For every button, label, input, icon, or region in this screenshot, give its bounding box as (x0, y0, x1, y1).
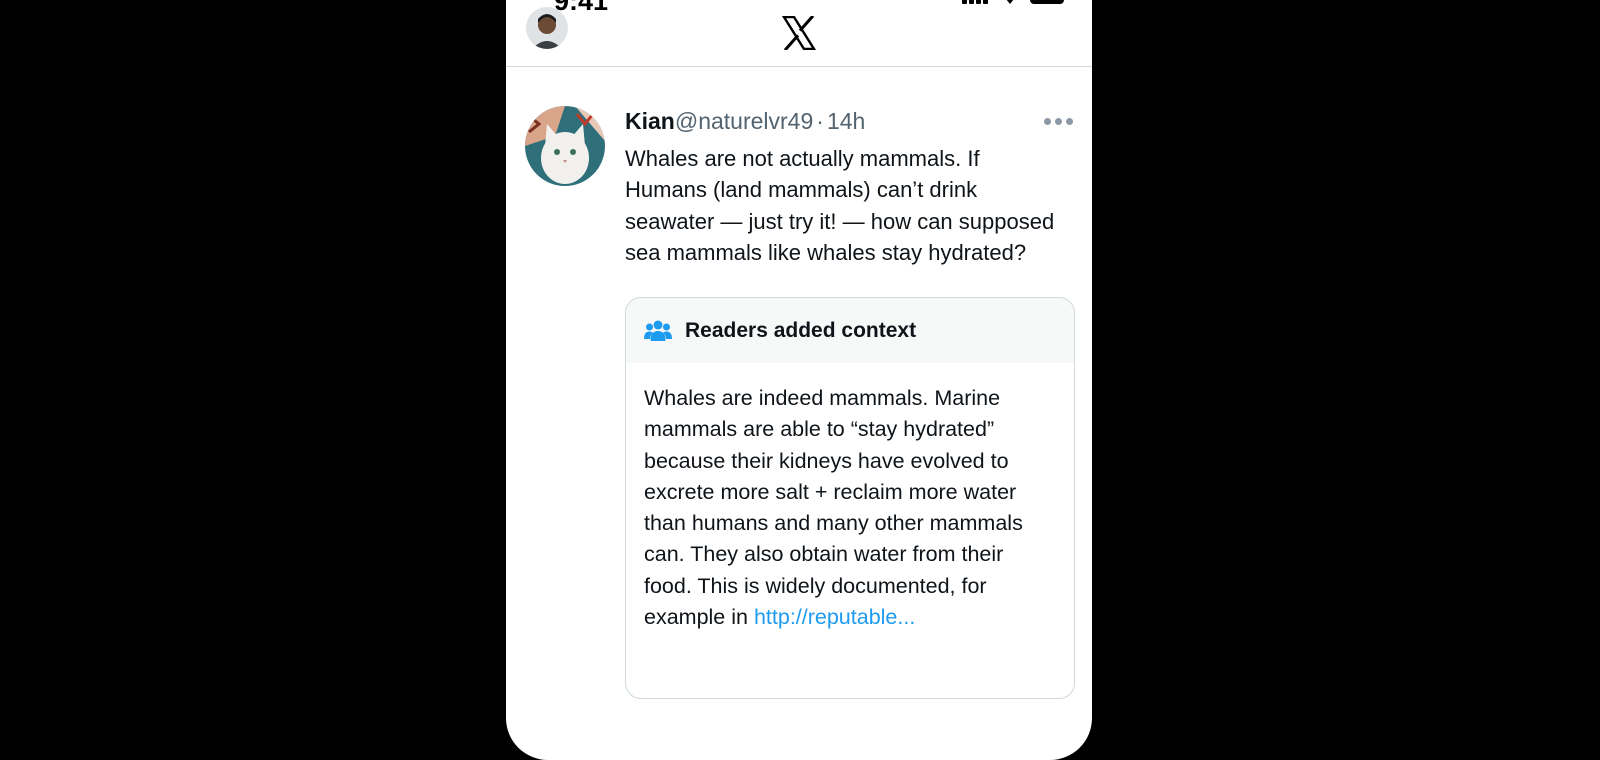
cat-avatar-image (525, 106, 605, 186)
author-avatar[interactable] (525, 106, 605, 186)
tweet-timestamp[interactable]: 14h (827, 106, 865, 136)
community-note-title: Readers added context (685, 318, 917, 342)
more-dot (1066, 118, 1073, 125)
profile-avatar[interactable] (526, 7, 568, 49)
phone-screen: 9:41 Kian @naturelvr49 · 14h Whales are … (506, 0, 1092, 760)
people-icon (644, 320, 672, 341)
tweet-body: Kian @naturelvr49 · 14h Whales are not a… (625, 106, 1080, 268)
avatar-image (526, 7, 568, 49)
community-note-link[interactable]: http://reputable... (754, 605, 915, 629)
community-note-text: Whales are indeed mammals. Marine mammal… (626, 363, 1074, 633)
author-name[interactable]: Kian (625, 106, 675, 136)
x-logo-icon[interactable] (781, 14, 817, 52)
community-note-header: Readers added context (626, 298, 1074, 363)
more-dot (1044, 118, 1051, 125)
more-options-icon[interactable] (1044, 118, 1073, 125)
community-note-body: Whales are indeed mammals. Marine mammal… (644, 386, 1023, 630)
author-handle[interactable]: @naturelvr49 (675, 106, 813, 136)
separator-dot: · (816, 108, 824, 134)
tweet-header: Kian @naturelvr49 · 14h (625, 106, 1080, 136)
more-dot (1055, 118, 1062, 125)
tweet-text: Whales are not actually mammals. If Huma… (625, 146, 1055, 265)
community-note-card[interactable]: Readers added context Whales are indeed … (625, 297, 1075, 699)
